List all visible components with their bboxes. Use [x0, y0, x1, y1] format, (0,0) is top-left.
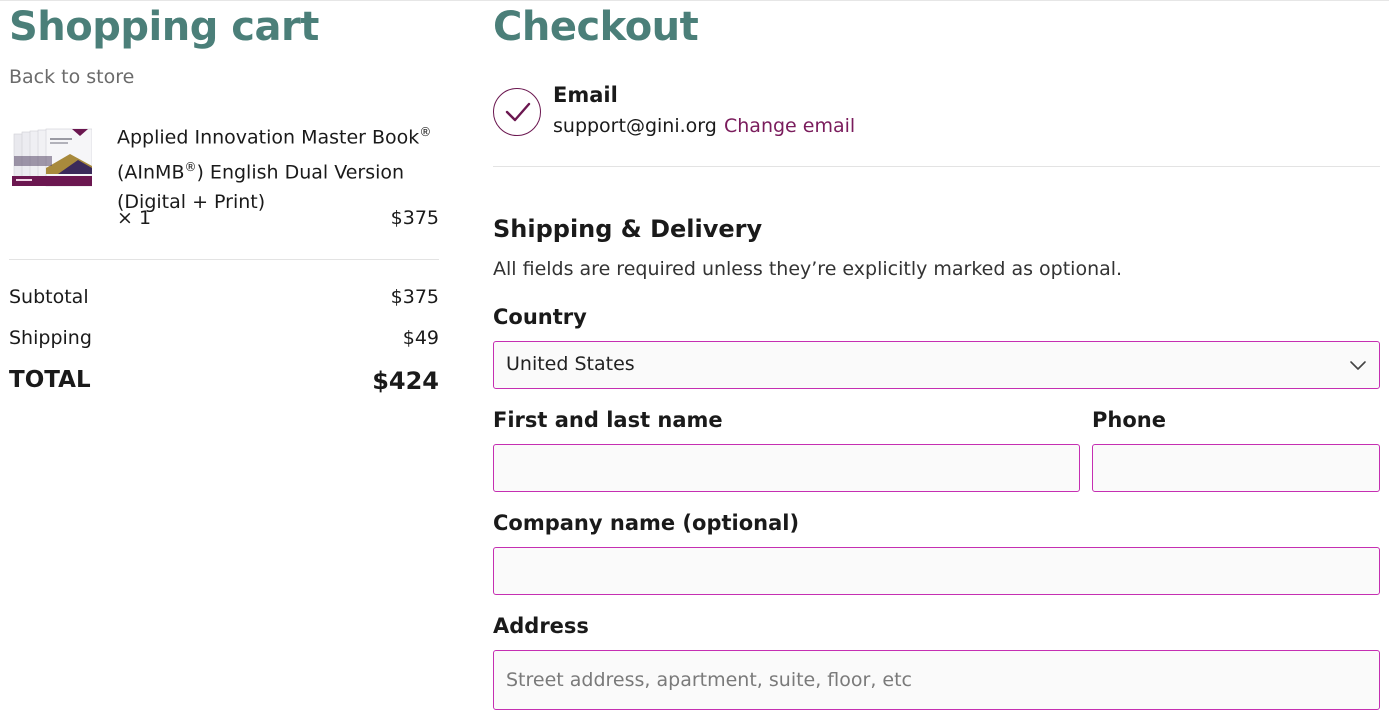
required-fields-note: All fields are required unless they’re e… — [493, 258, 1123, 280]
product-name-line1: Applied Innovation Master Book — [117, 126, 420, 149]
back-to-store-link[interactable]: Back to store — [9, 66, 134, 88]
country-select[interactable]: United States — [493, 341, 1380, 389]
email-value: support@gini.org — [553, 115, 717, 137]
shipping-value: $49 — [402, 327, 439, 349]
product-quantity: × 1 — [117, 207, 152, 229]
address-input[interactable] — [493, 650, 1380, 710]
checkout-divider — [493, 166, 1380, 167]
company-input[interactable] — [493, 547, 1380, 595]
email-label: Email — [553, 83, 618, 107]
chevron-down-icon — [1349, 357, 1367, 376]
phone-input[interactable] — [1092, 444, 1380, 492]
change-email-link[interactable]: Change email — [724, 115, 855, 137]
product-price: $375 — [390, 207, 439, 229]
top-divider — [0, 0, 1389, 1]
product-name: Applied Innovation Master Book® (AInMB®)… — [117, 118, 439, 217]
total-value: $424 — [372, 367, 439, 395]
country-selected-value: United States — [506, 353, 635, 375]
checkout-title: Checkout — [493, 4, 699, 50]
company-label: Company name (optional) — [493, 511, 800, 535]
name-input[interactable] — [493, 444, 1080, 492]
subtotal-value: $375 — [390, 286, 439, 308]
registered-mark: ® — [419, 125, 432, 139]
check-circle-icon — [493, 88, 541, 136]
country-label: Country — [493, 305, 587, 329]
cart-divider — [9, 259, 439, 260]
phone-label: Phone — [1092, 408, 1166, 432]
address-label: Address — [493, 614, 589, 638]
book-cover-image — [12, 128, 93, 190]
shipping-heading: Shipping & Delivery — [493, 215, 763, 243]
registered-mark: ® — [184, 159, 197, 174]
product-name-line2a: (AInMB — [117, 161, 185, 184]
product-name-line2b: ) English Dual Version — [196, 161, 405, 184]
name-label: First and last name — [493, 408, 723, 432]
total-label: TOTAL — [9, 367, 91, 393]
subtotal-label: Subtotal — [9, 286, 89, 308]
cart-title: Shopping cart — [9, 4, 319, 50]
shipping-label: Shipping — [9, 327, 92, 349]
